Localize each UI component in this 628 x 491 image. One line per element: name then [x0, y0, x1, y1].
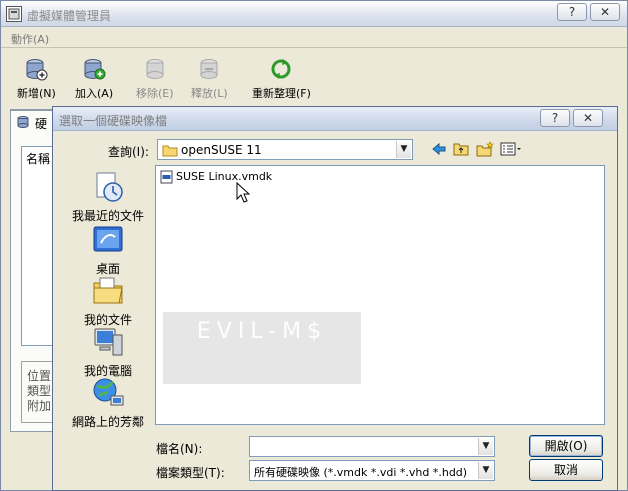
look-in-value: openSUSE 11 [181, 143, 262, 157]
new-button-label: 新增(N) [17, 87, 56, 100]
dialog-title: 選取一個硬碟映像檔 [59, 114, 168, 128]
place-documents[interactable]: 我的文件 [63, 274, 153, 328]
dialog-titlebar[interactable]: 選取一個硬碟映像檔 ? ✕ [53, 107, 617, 131]
menubar: 動作(A) [1, 28, 627, 48]
info-attached-label: 附加 [27, 399, 52, 413]
main-titlebar[interactable]: 虛擬媒體管理員 ? ✕ [1, 1, 627, 27]
remove-disk-icon [146, 59, 164, 79]
add-button-label: 加入(A) [75, 87, 114, 100]
filetype-chevron-down-icon[interactable]: ▼ [478, 462, 493, 479]
filename-combo[interactable]: ▼ [249, 436, 495, 457]
place-computer[interactable]: 我的電腦 [63, 325, 153, 379]
app-icon [6, 6, 22, 22]
file-item[interactable]: SUSE Linux.vmdk [160, 170, 272, 184]
add-disk-icon [84, 59, 106, 80]
place-desktop[interactable]: 桌面 [63, 223, 153, 277]
release-button-label: 釋放(L) [191, 87, 228, 100]
help-button[interactable]: ? [557, 3, 587, 21]
release-disk-icon [200, 59, 218, 79]
name-column-header[interactable]: 名稱 [26, 150, 50, 167]
network-places-icon [93, 378, 124, 406]
open-button[interactable]: 開啟(O) [529, 435, 603, 457]
recent-documents-icon [96, 172, 123, 202]
vmdk-file-icon [160, 170, 173, 184]
up-folder-icon[interactable] [453, 141, 469, 157]
new-folder-icon[interactable] [476, 141, 494, 157]
refresh-icon [271, 59, 291, 79]
look-in-combo[interactable]: openSUSE 11 ▼ [157, 139, 413, 160]
toolbar: 新增(N) 加入(A) 移除(E) 釋放(L) 重新整理(F) [1, 51, 627, 103]
refresh-button[interactable]: 重新整理(F) [252, 57, 311, 101]
filetype-label: 檔案類型(T): [156, 466, 225, 480]
watermark: EVIL-M$ [163, 312, 361, 384]
release-button[interactable]: 釋放(L) [191, 57, 228, 101]
new-disk-icon [26, 59, 48, 81]
select-disk-image-dialog: 選取一個硬碟映像檔 ? ✕ 查詢(I): openSUSE 11 ▼ 我最近的文… [52, 106, 618, 491]
new-button[interactable]: 新增(N) [17, 57, 56, 101]
desktop-icon [93, 226, 123, 252]
place-recent-label: 我最近的文件 [71, 209, 144, 223]
places-bar: 我最近的文件 桌面 我的文件 我的電腦 網路上的芳鄰 [63, 164, 153, 464]
add-button[interactable]: 加入(A) [75, 57, 113, 101]
place-network[interactable]: 網路上的芳鄰 [63, 376, 153, 430]
place-recent[interactable]: 我最近的文件 [63, 170, 153, 224]
look-in-label: 查詢(I): [108, 145, 149, 159]
chevron-down-icon[interactable]: ▼ [396, 141, 411, 158]
refresh-button-label: 重新整理(F) [252, 87, 311, 100]
cancel-button[interactable]: 取消 [529, 459, 603, 481]
dialog-help-button[interactable]: ? [540, 109, 570, 127]
filename-chevron-down-icon[interactable]: ▼ [478, 438, 493, 455]
back-arrow-icon[interactable] [431, 141, 447, 157]
window-title: 虛擬媒體管理員 [27, 9, 112, 23]
filename-label: 檔名(N): [156, 442, 203, 456]
filetype-value: 所有硬碟映像 (*.vmdk *.vdi *.vhd *.hdd) [254, 466, 468, 479]
tab-hard-disks-label: 硬 [35, 117, 48, 131]
my-computer-icon [94, 328, 123, 356]
file-list[interactable]: SUSE Linux.vmdk [155, 165, 605, 425]
close-button[interactable]: ✕ [590, 3, 620, 21]
view-menu-icon[interactable] [500, 141, 522, 157]
remove-button-label: 移除(E) [136, 87, 174, 100]
mouse-cursor-icon [236, 182, 250, 203]
hard-disk-icon [17, 116, 29, 128]
place-network-label: 網路上的芳鄰 [71, 415, 144, 429]
filetype-combo[interactable]: 所有硬碟映像 (*.vmdk *.vdi *.vhd *.hdd) ▼ [249, 460, 495, 481]
menu-actions[interactable]: 動作(A) [11, 31, 49, 47]
remove-button[interactable]: 移除(E) [136, 57, 174, 101]
dialog-close-button[interactable]: ✕ [573, 109, 603, 127]
folder-icon [162, 145, 178, 157]
my-documents-icon [93, 277, 123, 304]
file-item-name: SUSE Linux.vmdk [176, 170, 273, 183]
